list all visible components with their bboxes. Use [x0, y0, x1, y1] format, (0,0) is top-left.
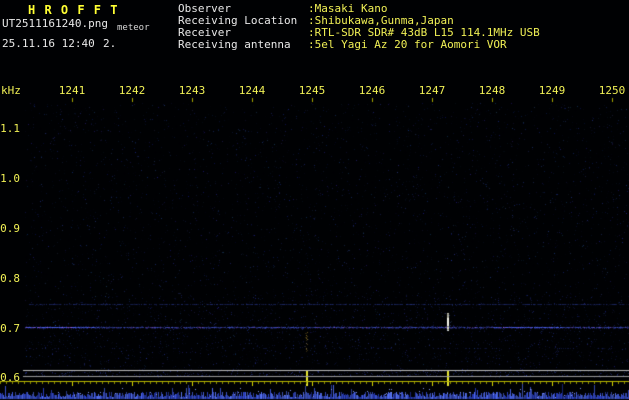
y-tick-label: 1.0: [0, 172, 20, 185]
info-label-antenna: Receiving antenna: [178, 38, 291, 51]
x-tick-label: 1248: [478, 84, 506, 97]
spectrogram-canvas: [0, 0, 629, 400]
x-tick-label: 1243: [178, 84, 206, 97]
y-axis-unit: kHz: [1, 84, 21, 97]
x-tick-label: 1246: [358, 84, 386, 97]
x-tick-label: 1250: [598, 84, 626, 97]
y-tick-label: 0.9: [0, 222, 20, 235]
x-tick-label: 1242: [118, 84, 146, 97]
x-tick-label: 1244: [238, 84, 266, 97]
x-tick-label: 1247: [418, 84, 446, 97]
y-tick-label: 0.7: [0, 322, 20, 335]
echo-count: 2.: [103, 37, 117, 50]
band-label: meteor: [117, 23, 150, 33]
app-title: H R O F F T: [28, 3, 119, 17]
x-tick-label: 1249: [538, 84, 566, 97]
x-tick-label: 1245: [298, 84, 326, 97]
observation-datetime: 25.11.16 12:40: [2, 37, 95, 50]
y-tick-label: 0.6: [0, 371, 20, 384]
x-tick-label: 1241: [58, 84, 86, 97]
y-tick-label: 0.8: [0, 272, 20, 285]
y-tick-label: 1.1: [0, 122, 20, 135]
output-filename: UT2511161240.png: [2, 17, 108, 30]
hrofft-output: H R O F F T UT2511161240.png meteor 25.1…: [0, 0, 629, 400]
info-value-antenna: :5el Yagi Az 20 for Aomori VOR: [308, 38, 507, 51]
